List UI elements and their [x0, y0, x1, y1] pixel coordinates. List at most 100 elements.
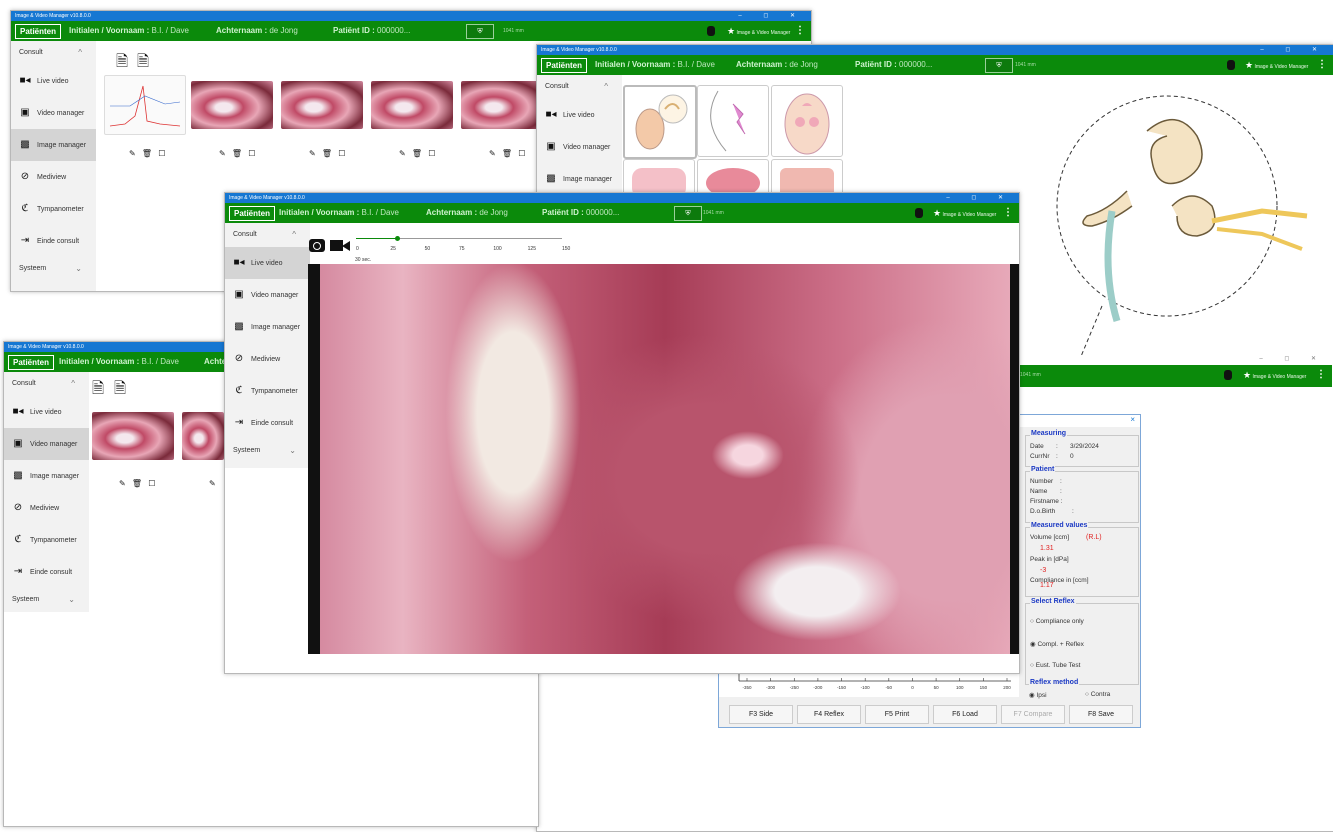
more-menu-icon[interactable]: ⋮ — [1003, 203, 1013, 223]
more-menu-icon[interactable]: ⋮ — [1316, 365, 1326, 385]
firstname-label: Firstname : — [1030, 498, 1063, 505]
video-thumbnail[interactable] — [182, 412, 224, 460]
more-menu-icon[interactable]: ⋮ — [1317, 55, 1327, 75]
database-icon[interactable] — [915, 208, 923, 218]
consult-section[interactable]: Consult ^ — [225, 223, 310, 247]
window-controls[interactable]: – ◻ ✕ — [1259, 355, 1326, 362]
sidebar-item-tympanometer[interactable]: ℭ Tympanometer — [225, 375, 310, 407]
database-icon[interactable] — [707, 26, 715, 36]
function-key-5[interactable]: F5 Print — [865, 705, 929, 724]
anatomy-thumbnail-sinus[interactable] — [697, 85, 769, 157]
slider-thumb[interactable] — [395, 236, 401, 241]
thumbnail-actions[interactable]: ✎ 🗑 ☐ — [129, 149, 167, 158]
option-compliance-only[interactable]: ○ Compliance only — [1030, 618, 1084, 625]
sidebar-item-live-video[interactable]: ■◂ Live video — [537, 99, 622, 131]
export-icon[interactable]: 🗎 — [137, 51, 149, 76]
sidebar-item-video-manager[interactable]: ▣ Video manager — [537, 131, 622, 163]
image-icon: ▩ — [13, 470, 23, 481]
thumbnail-image[interactable] — [371, 81, 453, 129]
patients-button[interactable]: Patiënten — [15, 24, 62, 39]
system-section[interactable]: Systeem ⌄ — [4, 588, 89, 612]
consult-section[interactable]: Consult ^ — [4, 372, 89, 396]
ear-icon: ℭ — [14, 534, 22, 545]
sidebar-item-tympanometer[interactable]: ℭ Tympanometer — [4, 524, 89, 556]
duration-slider[interactable]: 0 25 50 75 100 125 150 — [354, 236, 570, 256]
sidebar-item-end-consult[interactable]: ⇥ Einde consult — [225, 407, 310, 439]
ear-icon: ℭ — [21, 203, 29, 214]
window-controls[interactable]: – ◻ ✕ — [1260, 45, 1327, 55]
sidebar-item-mediview[interactable]: ⊘ Mediview — [11, 161, 96, 193]
patients-button[interactable]: Patiënten — [8, 355, 55, 370]
sidebar-item-video-manager[interactable]: ▣ Video manager — [225, 279, 310, 311]
thumbnail-actions[interactable]: ✎ 🗑 ☐ — [399, 149, 437, 158]
export-icon[interactable]: 🗎 — [114, 378, 126, 403]
image-icon: ▩ — [20, 139, 30, 150]
thumbnail-actions[interactable]: ✎ 🗑 ☐ — [119, 479, 157, 488]
consult-section[interactable]: Consult ^ — [537, 75, 622, 99]
volume-value: 1.31 — [1040, 545, 1054, 552]
function-key-7[interactable]: F7 Compare — [1001, 705, 1065, 724]
camera-snapshot-icon[interactable] — [309, 239, 325, 252]
patients-button[interactable]: Patiënten — [229, 206, 276, 221]
thumbnail-actions[interactable]: ✎ 🗑 ☐ — [219, 149, 257, 158]
thumbnail-image[interactable] — [461, 81, 543, 129]
thumbnail-graph[interactable] — [104, 75, 186, 135]
sidebar-item-image-manager[interactable]: ▩ Image manager — [4, 460, 89, 492]
sidebar-item-image-manager[interactable]: ▩ Image manager — [537, 163, 622, 195]
method-ipsi[interactable]: ◉ Ipsi — [1029, 691, 1047, 699]
thumbnail-actions[interactable]: ✎ 🗑 ☐ — [309, 149, 347, 158]
function-key-6[interactable]: F6 Load — [933, 705, 997, 724]
function-key-3[interactable]: F3 Side — [729, 705, 793, 724]
sidebar-item-mediview[interactable]: ⊘ Mediview — [4, 492, 89, 524]
sidebar: Consult ^ ■◂ Live video ▣ Video manager ▩ Im… — [4, 372, 89, 612]
function-key-4[interactable]: F4 Reflex — [797, 705, 861, 724]
consult-section[interactable]: Consult ^ — [11, 41, 96, 65]
x-tick-label: 150 — [980, 685, 988, 690]
sidebar-item-mediview[interactable]: ⊘ Mediview — [225, 343, 310, 375]
play-box-icon: ▣ — [13, 438, 23, 449]
app-title: Image & Video Manager v10.8.0.0 — [15, 13, 91, 19]
x-tick-label: -250 — [790, 685, 800, 690]
system-section[interactable]: Systeem ⌄ — [11, 257, 96, 281]
thumbnail-actions[interactable]: ✎ — [209, 479, 218, 488]
anatomy-thumbnail-ear[interactable] — [623, 85, 697, 159]
window-controls[interactable]: – ◻ ✕ — [946, 193, 1013, 203]
camera-icon: ■◂ — [19, 75, 31, 86]
sidebar-item-tympanometer[interactable]: ℭ Tympanometer — [11, 193, 96, 225]
system-section[interactable]: Systeem ⌄ — [225, 439, 310, 463]
sidebar-item-image-manager[interactable]: ▩ Image manager — [11, 129, 96, 161]
x-tick-label: -300 — [766, 685, 776, 690]
anatomy-thumbnail-face[interactable] — [771, 85, 843, 157]
slider-tick-label: 150 — [562, 246, 571, 252]
thumbnail-image[interactable] — [191, 81, 273, 129]
function-key-8[interactable]: F8 Save — [1069, 705, 1133, 724]
sidebar-item-live-video[interactable]: ■◂ Live video — [225, 247, 310, 279]
sidebar-item-live-video[interactable]: ■◂ Live video — [11, 65, 96, 97]
sidebar-item-video-manager[interactable]: ▣ Video manager — [11, 97, 96, 129]
database-icon[interactable] — [1227, 60, 1235, 70]
sidebar: Consult ^ ■◂ Live video ▣ Video manager ▩ Im… — [11, 41, 96, 291]
database-icon[interactable] — [1224, 370, 1232, 380]
sidebar-item-end-consult[interactable]: ⇥ Einde consult — [11, 225, 96, 257]
scope-icon[interactable]: ⛨ — [674, 206, 702, 221]
video-thumbnail[interactable] — [92, 412, 174, 460]
sidebar-item-end-consult[interactable]: ⇥ Einde consult — [4, 556, 89, 588]
import-icon[interactable]: 🗎 — [116, 51, 128, 76]
window-controls[interactable]: – ◻ ✕ — [738, 11, 805, 21]
sidebar-item-image-manager[interactable]: ▩ Image manager — [225, 311, 310, 343]
more-menu-icon[interactable]: ⋮ — [795, 21, 805, 41]
x-tick-label: -150 — [837, 685, 847, 690]
sidebar-item-video-manager[interactable]: ▣ Video manager — [4, 428, 89, 460]
ear-illustration — [635, 94, 688, 150]
close-icon[interactable]: × — [1130, 415, 1135, 424]
thumbnail-image[interactable] — [281, 81, 363, 129]
sidebar-item-live-video[interactable]: ■◂ Live video — [4, 396, 89, 428]
method-contra[interactable]: ○ Contra — [1085, 691, 1110, 698]
option-compl-reflex[interactable]: ◉ Compl. + Reflex — [1030, 640, 1084, 648]
thumbnail-actions[interactable]: ✎ 🗑 ☐ — [489, 149, 527, 158]
patients-button[interactable]: Patiënten — [541, 58, 588, 73]
scope-icon[interactable]: ⛨ — [466, 24, 494, 39]
option-eust-tube[interactable]: ○ Eust. Tube Test — [1030, 662, 1080, 669]
scope-icon[interactable]: ⛨ — [985, 58, 1013, 73]
import-icon[interactable]: 🗎 — [92, 378, 104, 403]
